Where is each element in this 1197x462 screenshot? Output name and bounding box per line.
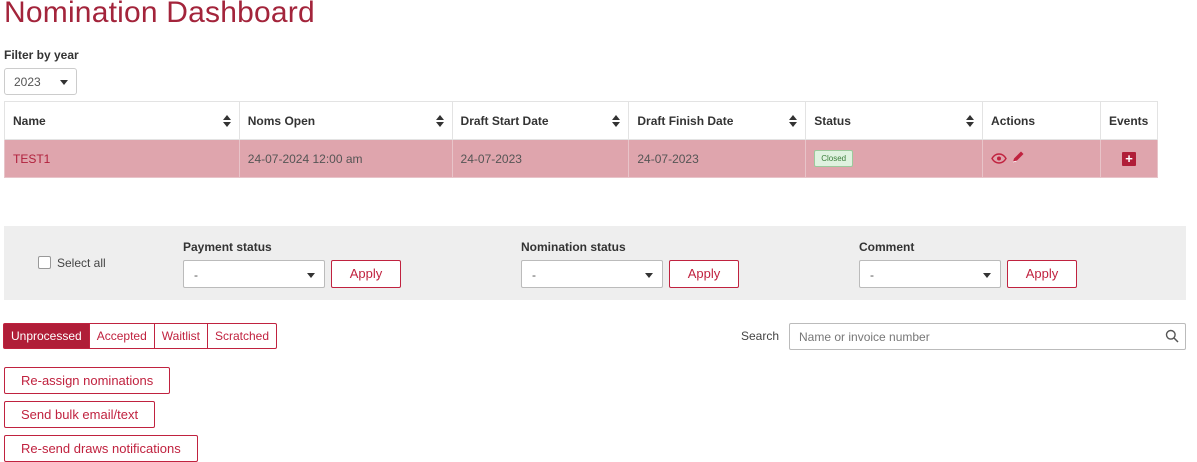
table-header-row: Name Noms Open Draft Start Date Draft Fi… xyxy=(4,101,1159,140)
nomination-status-value: - xyxy=(532,268,536,282)
year-select-value: 2023 xyxy=(14,75,41,89)
reassign-nominations-button[interactable]: Re-assign nominations xyxy=(4,367,171,394)
cell-draft-finish: 24-07-2023 xyxy=(628,139,807,178)
filter-year-label: Filter by year xyxy=(4,48,79,62)
send-bulk-email-button[interactable]: Send bulk email/text xyxy=(4,401,156,428)
plus-icon: + xyxy=(1125,150,1133,166)
column-label: Events xyxy=(1108,113,1149,128)
status-tabs: Unprocessed Accepted Waitlist Scratched xyxy=(3,323,278,349)
column-label: Draft Start Date xyxy=(460,113,549,128)
column-label: Status xyxy=(814,113,851,128)
cell-status: Closed xyxy=(805,139,984,178)
caret-down-icon xyxy=(307,273,315,278)
column-header-status[interactable]: Status xyxy=(805,101,984,140)
column-label: Name xyxy=(13,113,46,128)
column-header-noms-open[interactable]: Noms Open xyxy=(238,101,453,140)
caret-down-icon xyxy=(60,80,68,85)
sort-icon[interactable] xyxy=(612,115,621,127)
nomination-status-select[interactable]: - xyxy=(521,260,663,288)
comment-value: - xyxy=(870,268,874,282)
search-icon[interactable] xyxy=(1165,329,1179,343)
bulk-actions-bar: Select all Payment status - Apply Nomina… xyxy=(4,226,1186,300)
column-header-events: Events xyxy=(1099,101,1159,140)
column-header-draft-finish[interactable]: Draft Finish Date xyxy=(628,101,807,140)
cell-name[interactable]: TEST1 xyxy=(4,139,240,178)
cell-events: + xyxy=(1099,139,1159,178)
nominations-table: Name Noms Open Draft Start Date Draft Fi… xyxy=(4,101,1159,178)
table-row[interactable]: TEST1 24-07-2024 12:00 am 24-07-2023 24-… xyxy=(4,139,1159,178)
column-label: Draft Finish Date xyxy=(637,113,734,128)
payment-status-select[interactable]: - xyxy=(183,260,325,288)
payment-status-value: - xyxy=(194,268,198,282)
cell-actions xyxy=(982,139,1101,178)
column-header-actions: Actions xyxy=(982,101,1101,140)
cell-noms-open: 24-07-2024 12:00 am xyxy=(238,139,453,178)
payment-status-label: Payment status xyxy=(183,240,272,254)
comment-apply-button[interactable]: Apply xyxy=(1007,260,1077,288)
nomination-apply-button[interactable]: Apply xyxy=(669,260,739,288)
payment-status-group: Payment status - Apply xyxy=(183,240,401,288)
checkbox-icon[interactable] xyxy=(38,256,51,269)
pencil-icon[interactable] xyxy=(1011,151,1025,167)
sort-icon[interactable] xyxy=(222,115,231,127)
add-event-button[interactable]: + xyxy=(1121,150,1136,166)
comment-group: Comment - Apply xyxy=(859,240,1077,288)
select-all-label: Select all xyxy=(57,256,106,270)
tab-unprocessed[interactable]: Unprocessed xyxy=(3,323,90,349)
column-header-draft-start[interactable]: Draft Start Date xyxy=(451,101,630,140)
nomination-status-label: Nomination status xyxy=(521,240,626,254)
search-input[interactable]: Name or invoice number xyxy=(789,323,1186,350)
payment-apply-button[interactable]: Apply xyxy=(331,260,401,288)
column-label: Noms Open xyxy=(247,113,316,128)
column-header-name[interactable]: Name xyxy=(4,101,240,140)
eye-icon[interactable] xyxy=(991,151,1011,167)
status-badge: Closed xyxy=(814,150,854,167)
cell-draft-start: 24-07-2023 xyxy=(451,139,630,178)
sort-icon[interactable] xyxy=(789,115,798,127)
resend-draws-notifications-button[interactable]: Re-send draws notifications xyxy=(4,435,198,462)
search-placeholder: Name or invoice number xyxy=(799,330,930,344)
tab-accepted[interactable]: Accepted xyxy=(88,323,155,349)
comment-select[interactable]: - xyxy=(859,260,1001,288)
page-title: Nomination Dashboard xyxy=(4,0,315,29)
column-label: Actions xyxy=(991,113,1036,128)
caret-down-icon xyxy=(645,273,653,278)
search-label: Search xyxy=(741,329,780,343)
year-select[interactable]: 2023 xyxy=(4,68,77,95)
select-all-checkbox[interactable]: Select all xyxy=(38,256,106,270)
nomination-status-group: Nomination status - Apply xyxy=(521,240,739,288)
tab-waitlist[interactable]: Waitlist xyxy=(153,323,208,349)
caret-down-icon xyxy=(983,273,991,278)
tab-scratched[interactable]: Scratched xyxy=(207,323,278,349)
sort-icon[interactable] xyxy=(966,115,975,127)
sort-icon[interactable] xyxy=(435,115,444,127)
comment-label: Comment xyxy=(859,240,915,254)
